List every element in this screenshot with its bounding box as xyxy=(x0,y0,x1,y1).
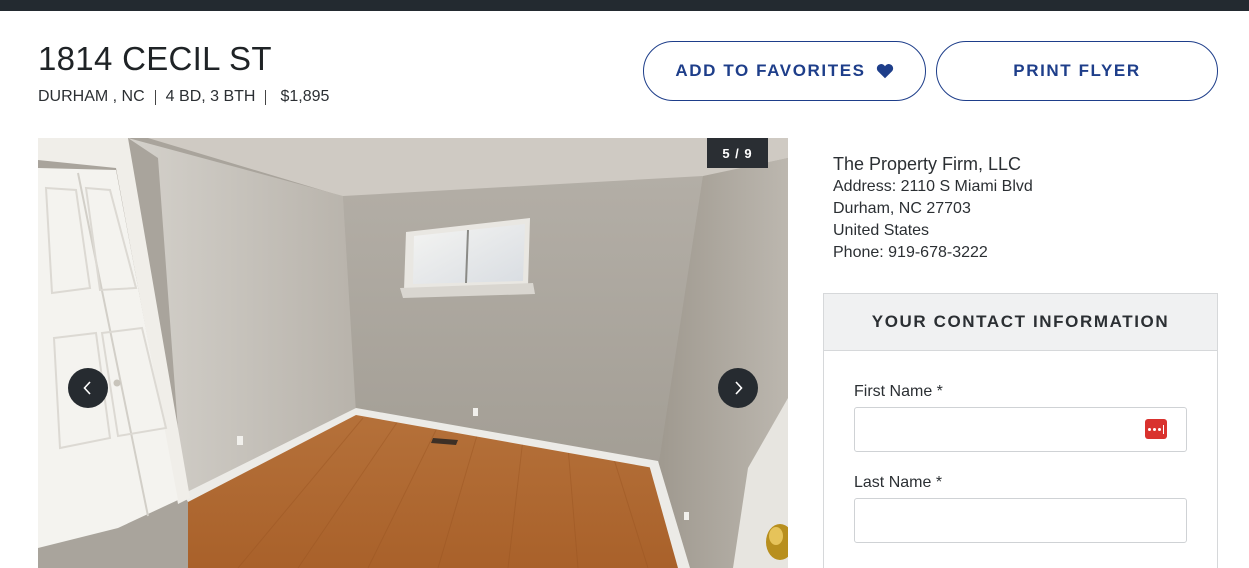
agent-country: United States xyxy=(833,222,930,239)
listing-meta: DURHAM , NC 4 BD, 3 BTH $1,895 xyxy=(38,88,329,106)
top-bar xyxy=(0,0,1249,11)
agent-info: The Property Firm, LLC Address: 2110 S M… xyxy=(833,153,1033,264)
next-photo-button[interactable] xyxy=(718,368,758,408)
last-name-field[interactable] xyxy=(854,498,1187,543)
divider xyxy=(265,89,267,105)
print-flyer-label: PRINT FLYER xyxy=(1013,61,1141,80)
heart-icon xyxy=(876,64,893,79)
contact-form-heading: YOUR CONTACT INFORMATION xyxy=(824,294,1217,351)
photo-counter: 5 / 9 xyxy=(707,138,768,168)
chevron-right-icon xyxy=(735,381,743,395)
password-manager-icon[interactable] xyxy=(1145,419,1167,439)
add-to-favorites-button[interactable]: ADD TO FAVORITES xyxy=(643,41,926,101)
agent-city: Durham, NC 27703 xyxy=(833,200,971,217)
chevron-left-icon xyxy=(83,381,91,395)
contact-form: YOUR CONTACT INFORMATION First Name * La… xyxy=(823,293,1218,568)
listing-location: DURHAM , NC xyxy=(38,88,145,105)
room-photo-image xyxy=(38,138,788,568)
last-name-label: Last Name * xyxy=(854,474,943,491)
print-flyer-button[interactable]: PRINT FLYER xyxy=(936,41,1218,101)
agent-phone: Phone: 919-678-3222 xyxy=(833,244,988,261)
previous-photo-button[interactable] xyxy=(68,368,108,408)
first-name-field[interactable] xyxy=(854,407,1187,452)
page-title: 1814 CECIL ST xyxy=(38,40,272,77)
agent-address: Address: 2110 S Miami Blvd xyxy=(833,178,1033,195)
listing-beds-baths: 4 BD, 3 BTH xyxy=(165,88,256,105)
listing-photo: 5 / 9 xyxy=(38,138,788,568)
divider xyxy=(154,89,156,105)
first-name-label: First Name * xyxy=(854,383,943,400)
add-to-favorites-label: ADD TO FAVORITES xyxy=(675,61,866,80)
agent-firm-name: The Property Firm, LLC xyxy=(833,154,1022,174)
listing-price: $1,895 xyxy=(280,88,330,105)
